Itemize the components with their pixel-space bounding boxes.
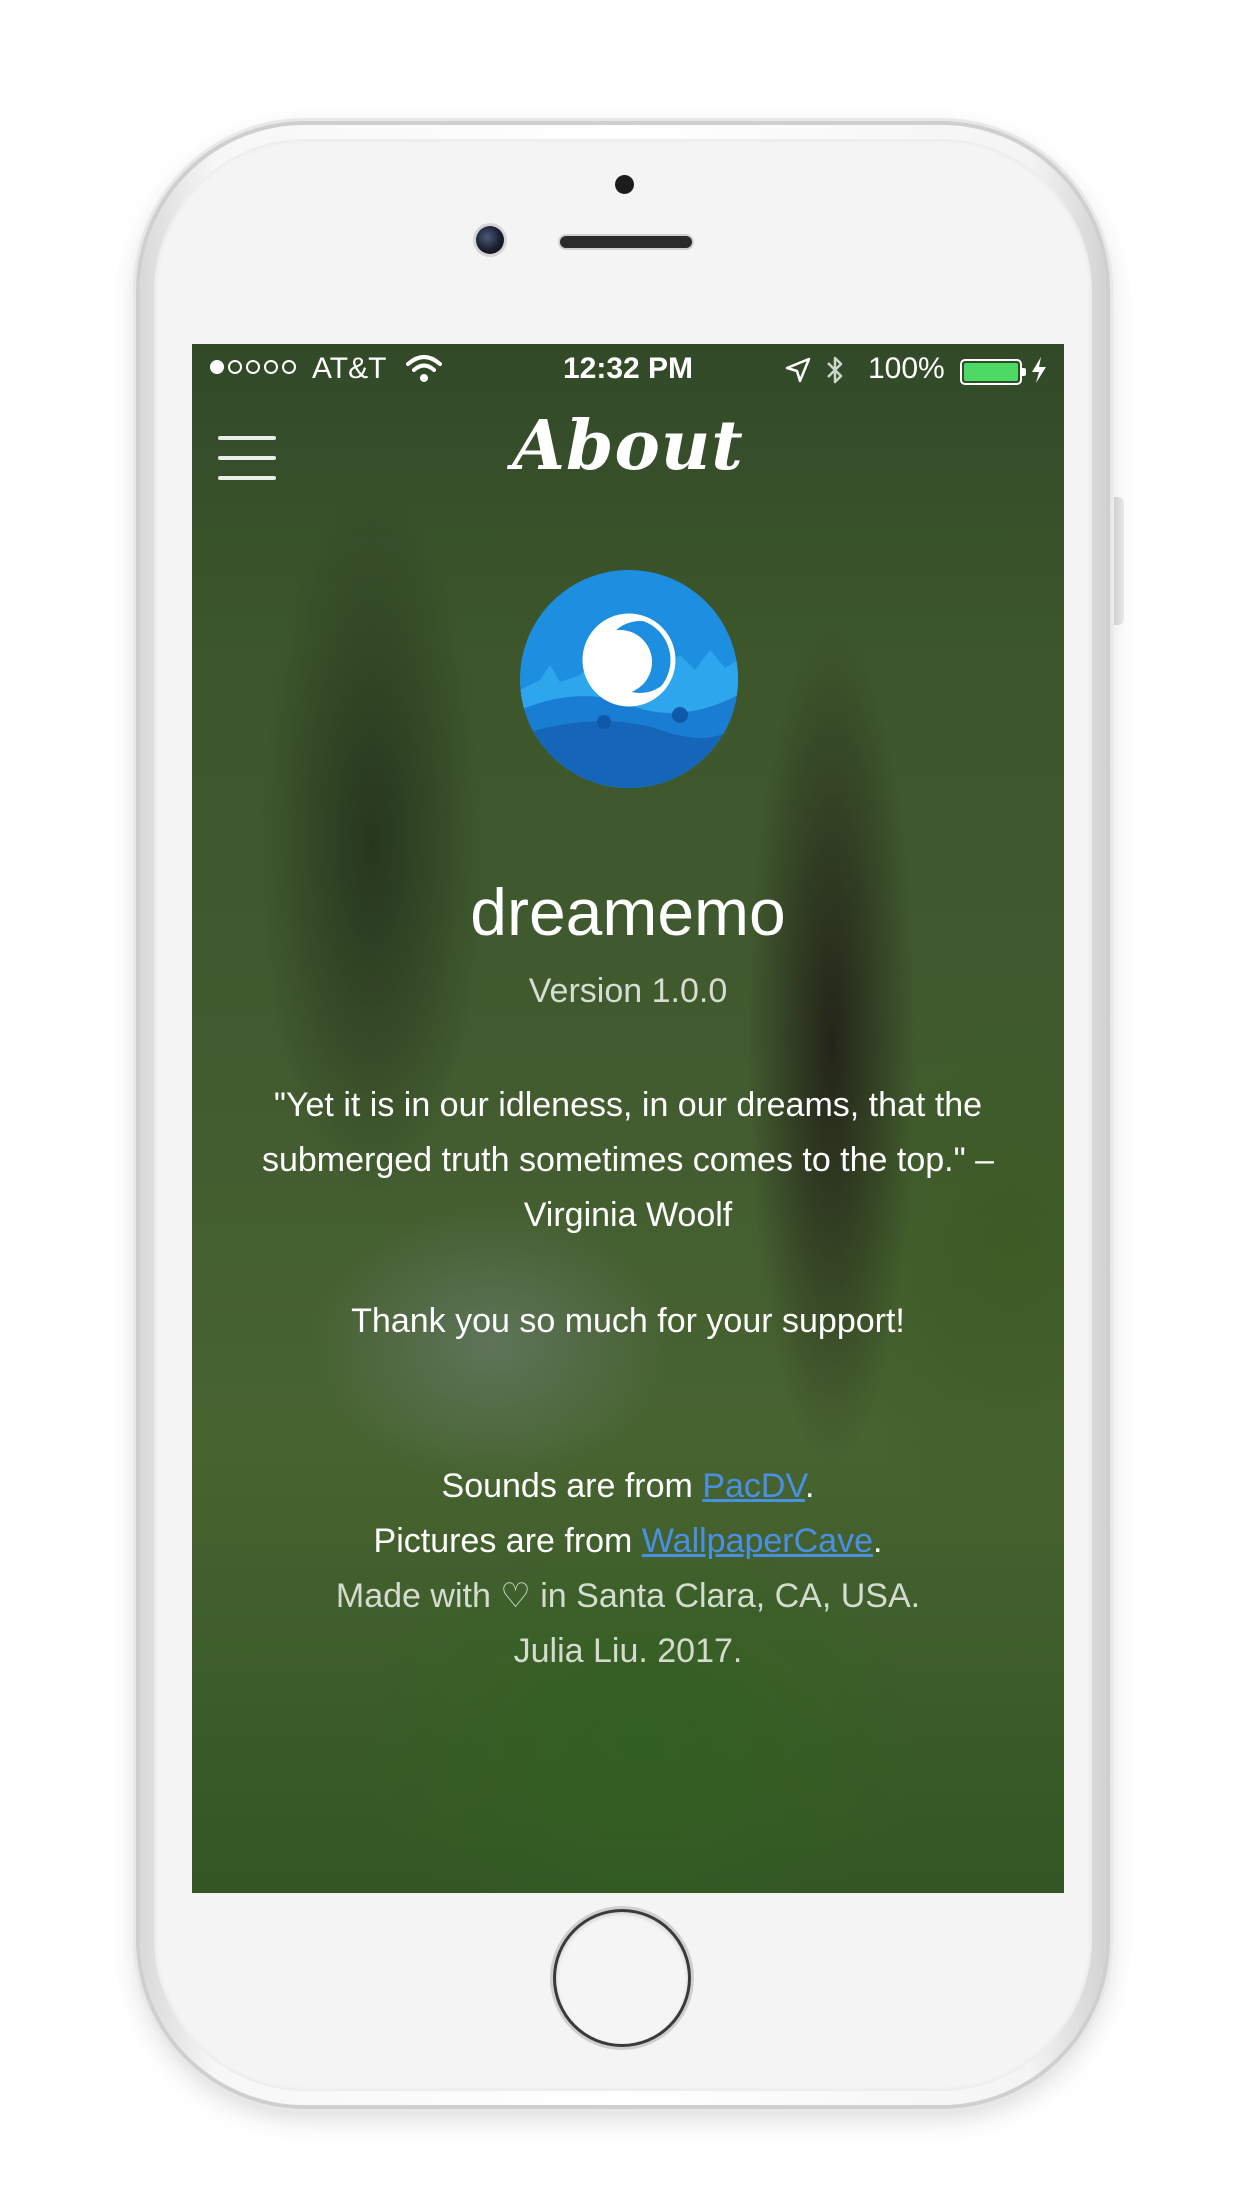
app-name: dreamemo bbox=[470, 875, 786, 949]
charging-bolt-icon bbox=[1032, 357, 1046, 383]
app-logo-icon bbox=[520, 570, 738, 788]
front-camera bbox=[476, 226, 504, 254]
status-bar: AT&T 12:32 PM 100% bbox=[192, 344, 1064, 396]
pictures-credit: Pictures are from WallpaperCave. bbox=[373, 1522, 883, 1560]
sounds-credit: Sounds are from PacDV. bbox=[441, 1467, 815, 1505]
pacdv-link[interactable]: PacDV bbox=[702, 1467, 805, 1505]
thanks-text: Thank you so much for your support! bbox=[351, 1302, 905, 1340]
credits-section: Sounds are from PacDV. Pictures are from… bbox=[192, 1459, 1064, 1679]
screen: AT&T 12:32 PM 100% About dreamemo Versio… bbox=[192, 344, 1064, 1893]
earpiece-speaker bbox=[560, 236, 692, 248]
page-title: About bbox=[512, 406, 744, 486]
battery-percent: 100% bbox=[868, 352, 945, 385]
bluetooth-icon bbox=[827, 356, 843, 384]
app-version: Version 1.0.0 bbox=[528, 972, 728, 1010]
side-button bbox=[1114, 497, 1124, 625]
location-arrow-icon bbox=[785, 357, 811, 383]
home-button[interactable] bbox=[556, 1912, 688, 2044]
quote-text: "Yet it is in our idleness, in our dream… bbox=[261, 1086, 995, 1234]
wallpapercave-link[interactable]: WallpaperCave bbox=[642, 1522, 873, 1560]
proximity-sensor bbox=[615, 175, 634, 194]
author-text: Julia Liu. 2017. bbox=[513, 1632, 743, 1670]
battery-fill bbox=[964, 363, 1018, 381]
made-with-text: Made with ♡ in Santa Clara, CA, USA. bbox=[335, 1577, 921, 1615]
battery-icon bbox=[960, 359, 1026, 385]
